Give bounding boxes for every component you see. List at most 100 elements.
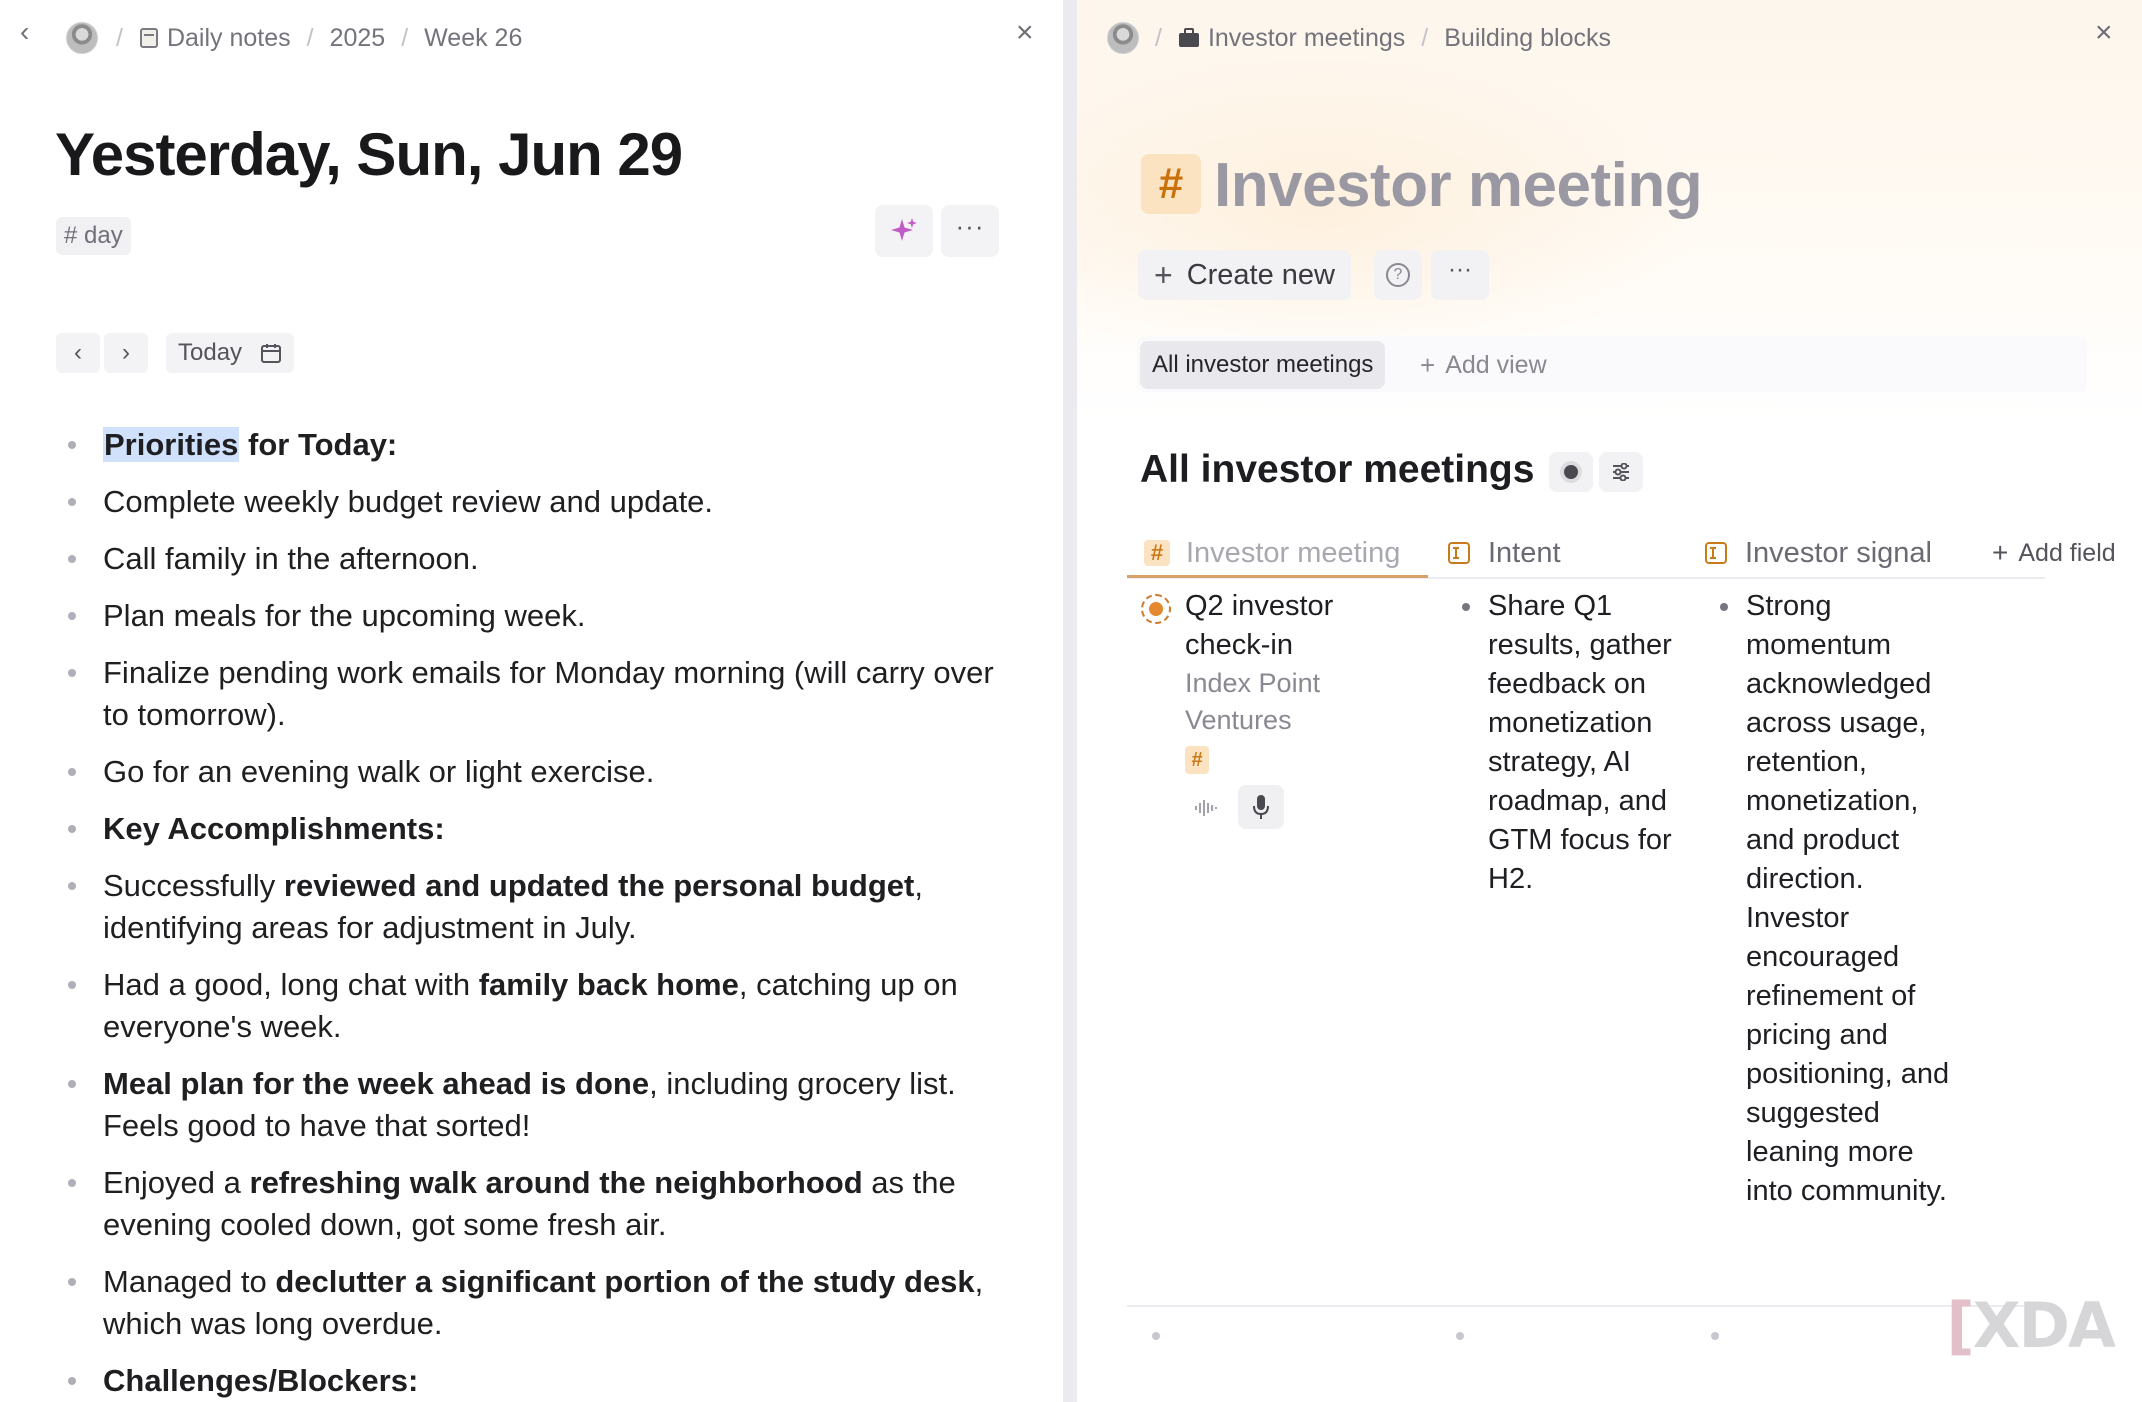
- bold-text: declutter a significant portion of the s…: [275, 1264, 975, 1299]
- list-item[interactable]: Successfully reviewed and updated the pe…: [60, 865, 1000, 949]
- list-item-text: Complete weekly budget review and update…: [103, 484, 714, 519]
- database-title: Investor meeting: [1214, 151, 1703, 220]
- column-header-intent[interactable]: Intent: [1446, 530, 1561, 576]
- close-icon[interactable]: ×: [2095, 16, 2113, 50]
- list-item-text: Go for an evening walk or light exercise…: [103, 754, 655, 789]
- selected-text[interactable]: Priorities: [103, 427, 240, 462]
- avatar[interactable]: [1107, 22, 1139, 54]
- hashtag-icon[interactable]: #: [1141, 154, 1201, 214]
- list-item[interactable]: Go for an evening walk or light exercise…: [60, 751, 1000, 793]
- row-tag[interactable]: #: [1185, 746, 1209, 774]
- xda-watermark: [XDA: [1946, 1289, 2116, 1362]
- notebook-icon: [139, 28, 158, 48]
- create-new-label: Create new: [1186, 258, 1335, 291]
- list-item[interactable]: Complete weekly budget review and update…: [60, 481, 1000, 523]
- hashtag-icon: #: [1144, 540, 1170, 566]
- list-item-text: Had a good, long chat with: [103, 967, 479, 1002]
- breadcrumb-separator: /: [306, 23, 314, 52]
- list-item[interactable]: Challenges/Blockers:: [60, 1360, 1000, 1402]
- investor-signal-cell[interactable]: Strong momentum acknowledged across usag…: [1720, 587, 1956, 1211]
- sparkle-icon: [891, 218, 917, 241]
- filter-toggle-button[interactable]: [1549, 452, 1593, 492]
- record-button[interactable]: [1238, 785, 1284, 829]
- day-tag[interactable]: # day: [56, 217, 131, 255]
- breadcrumb: / Daily notes / 2025 / Week 26: [100, 18, 522, 58]
- list-item-text: Finalize pending work emails for Monday …: [103, 655, 994, 732]
- view-settings-button[interactable]: [1599, 452, 1643, 492]
- empty-cell-marker: [1152, 1332, 1160, 1340]
- previous-day-button[interactable]: ‹: [56, 333, 100, 373]
- left-breadcrumb-bar: ‹ / Daily notes / 2025 / Week 26 ×: [0, 16, 1063, 58]
- list-item[interactable]: Plan meals for the upcoming week.: [60, 595, 1000, 637]
- note-content[interactable]: Priorities for Today: Complete weekly bu…: [60, 424, 1000, 1402]
- list-item[interactable]: Enjoyed a refreshing walk around the nei…: [60, 1162, 1000, 1246]
- list-item[interactable]: Finalize pending work emails for Monday …: [60, 652, 1000, 736]
- breadcrumb-week[interactable]: Week 26: [424, 24, 522, 53]
- view-title: All investor meetings: [1140, 448, 1535, 491]
- calendar-icon: [261, 344, 282, 363]
- tab-all-investor-meetings[interactable]: All investor meetings: [1140, 341, 1386, 389]
- date-navigation: ‹ › Today: [56, 333, 295, 373]
- add-field-label: Add field: [2018, 538, 2116, 567]
- page-title: Yesterday, Sun, Jun 29: [55, 121, 683, 188]
- list-item-text: Managed to: [103, 1264, 276, 1299]
- intent-cell[interactable]: Share Q1 results, gather feedback on mon…: [1462, 587, 1678, 899]
- list-item[interactable]: Managed to declutter a significant porti…: [60, 1261, 1000, 1345]
- chevron-right-icon: ›: [122, 339, 130, 366]
- list-item[interactable]: Priorities for Today:: [60, 424, 1000, 466]
- empty-cell-marker: [1456, 1332, 1464, 1340]
- bold-text: family back home: [478, 967, 739, 1002]
- active-column-indicator: [1127, 575, 1428, 578]
- list-item[interactable]: Key Accomplishments:: [60, 808, 1000, 850]
- create-new-button[interactable]: + Create new: [1138, 250, 1351, 300]
- watermark-text: XDA: [1972, 1289, 2116, 1362]
- empty-cell-marker: [1711, 1332, 1719, 1340]
- list-item-text: Enjoyed a: [103, 1165, 250, 1200]
- breadcrumb-separator: /: [1155, 23, 1162, 52]
- plus-icon: +: [1992, 537, 2009, 568]
- column-header-investor-meeting[interactable]: # Investor meeting: [1144, 530, 1400, 576]
- filter-toggle-icon: [1564, 465, 1578, 479]
- microphone-icon: [1253, 795, 1269, 819]
- row-title[interactable]: Q2 investor check-in: [1185, 587, 1345, 665]
- avatar[interactable]: [66, 22, 98, 54]
- status-circle-icon[interactable]: [1141, 594, 1171, 624]
- more-options-button[interactable]: ···: [941, 205, 999, 257]
- row-subtitle[interactable]: Index Point Ventures: [1185, 665, 1345, 739]
- list-item-text: Plan meals for the upcoming week.: [103, 598, 586, 633]
- waveform-icon: [1195, 800, 1217, 816]
- more-icon: ···: [1448, 256, 1472, 283]
- breadcrumb: / Investor meetings / Building blocks: [1139, 18, 1611, 58]
- column-label: Investor signal: [1745, 536, 1932, 569]
- list-item[interactable]: Call family in the afternoon.: [60, 538, 1000, 580]
- add-view-button[interactable]: + Add view: [1420, 341, 1547, 389]
- list-item[interactable]: Meal plan for the week ahead is done, in…: [60, 1063, 1000, 1147]
- breadcrumb-separator: /: [116, 23, 123, 52]
- back-chevron-icon[interactable]: ‹: [20, 16, 29, 48]
- add-view-label: Add view: [1445, 350, 1547, 379]
- ai-assist-button[interactable]: [875, 205, 933, 257]
- column-label: Intent: [1488, 536, 1561, 569]
- breadcrumb-year[interactable]: 2025: [330, 24, 386, 53]
- breadcrumb-separator: /: [1421, 23, 1429, 52]
- column-header-investor-signal[interactable]: Investor signal: [1703, 530, 1932, 576]
- column-label: Investor meeting: [1186, 536, 1401, 569]
- breadcrumb-daily-notes[interactable]: Daily notes: [167, 24, 291, 53]
- help-icon: ?: [1386, 263, 1410, 287]
- text-field-icon: [1703, 540, 1729, 566]
- list-heading: Key Accomplishments:: [103, 811, 445, 846]
- today-button[interactable]: Today: [166, 333, 295, 373]
- text-field-icon: [1446, 540, 1472, 566]
- transcribe-button[interactable]: [1186, 788, 1226, 828]
- close-icon[interactable]: ×: [1016, 16, 1034, 50]
- sliders-icon: [1613, 463, 1629, 481]
- add-field-button[interactable]: + Add field: [1992, 530, 2116, 576]
- chevron-left-icon: ‹: [74, 339, 82, 366]
- more-options-button[interactable]: ···: [1431, 250, 1489, 300]
- bold-text: reviewed and updated the personal budget: [283, 868, 915, 903]
- breadcrumb-building-blocks[interactable]: Building blocks: [1444, 24, 1611, 53]
- help-button[interactable]: ?: [1374, 250, 1422, 300]
- next-day-button[interactable]: ›: [104, 333, 148, 373]
- list-item[interactable]: Had a good, long chat with family back h…: [60, 964, 1000, 1048]
- breadcrumb-investor-meetings[interactable]: Investor meetings: [1208, 24, 1405, 53]
